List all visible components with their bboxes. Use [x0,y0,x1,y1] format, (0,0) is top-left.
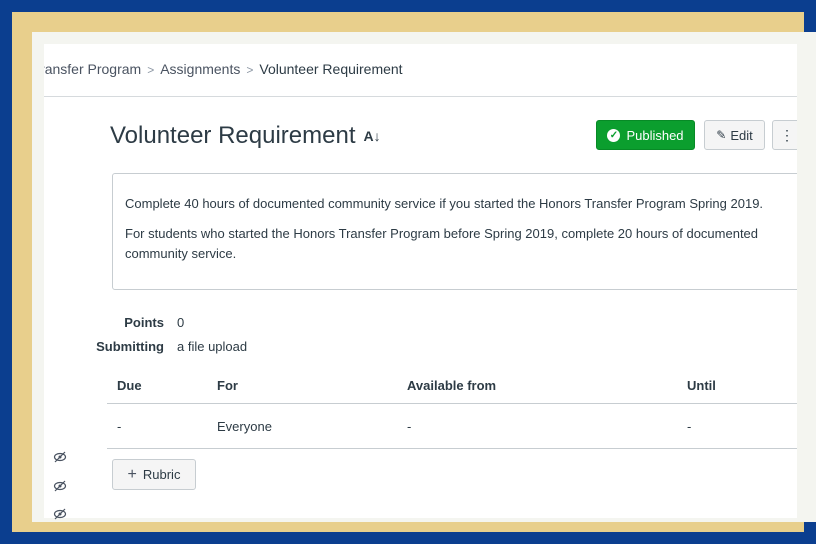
check-circle-icon: ✓ [607,128,621,142]
cell-until: - [687,418,692,434]
description-paragraph: Complete 40 hours of documented communit… [125,196,764,211]
kebab-menu-icon: ⋮ [780,126,794,143]
cell-available-from: - [407,418,412,434]
app-canvas: Transfer Program > Assignments > Volunteer R… [32,32,816,522]
breadcrumb-separator-icon: > [246,63,254,77]
assignment-details: Points 0 Submitting a file upload [44,310,247,358]
eye-slash-icon[interactable] [53,479,67,493]
published-label: Published [626,127,684,143]
cell-for: Everyone [217,418,272,434]
submitting-value: a file upload [177,338,248,354]
points-label: Points [124,314,164,330]
eye-slash-icon[interactable] [53,507,67,521]
sort-arrows-icon[interactable]: A↓ [363,128,380,144]
table-header-row: Due For Available from Until [107,368,797,404]
points-row: Points 0 [44,310,247,334]
rubric-label: Rubric [142,467,181,482]
submitting-row: Submitting a file upload [44,334,247,358]
more-options-button[interactable]: ⋮ [772,120,797,150]
published-button[interactable]: ✓ Published [596,120,695,150]
header-divider [44,96,797,97]
edit-label: Edit [730,127,753,143]
plus-icon: + [127,465,137,483]
breadcrumb-course[interactable]: Transfer Program [44,61,141,77]
page-title-row: Volunteer Requirement A↓ [110,122,381,150]
assignment-description: Complete 40 hours of documented communit… [112,173,797,290]
page-title: Volunteer Requirement [110,122,356,149]
header-due: Due [117,378,142,393]
assignment-page: Transfer Program > Assignments > Volunteer R… [44,44,797,518]
description-paragraph: For students who started the Honors Tran… [125,226,759,261]
eye-slash-icon[interactable] [53,450,67,464]
submitting-label: Submitting [96,338,164,354]
points-value: 0 [177,314,185,330]
breadcrumb: Transfer Program > Assignments > Volunteer R… [44,61,403,77]
breadcrumb-current: Volunteer Requirement [259,61,403,77]
table-row: - Everyone - - [107,404,797,449]
cell-due: - [117,418,122,434]
add-rubric-button[interactable]: + Rubric [112,459,196,490]
breadcrumb-separator-icon: > [147,63,155,77]
pencil-icon: ✎ [716,128,727,142]
breadcrumb-assignments[interactable]: Assignments [160,61,240,77]
header-until: Until [687,378,716,393]
header-available-from: Available from [407,378,497,393]
header-for: For [217,378,238,393]
due-dates-table: Due For Available from Until - Everyone … [107,368,797,449]
edit-button[interactable]: ✎ Edit [704,120,765,150]
